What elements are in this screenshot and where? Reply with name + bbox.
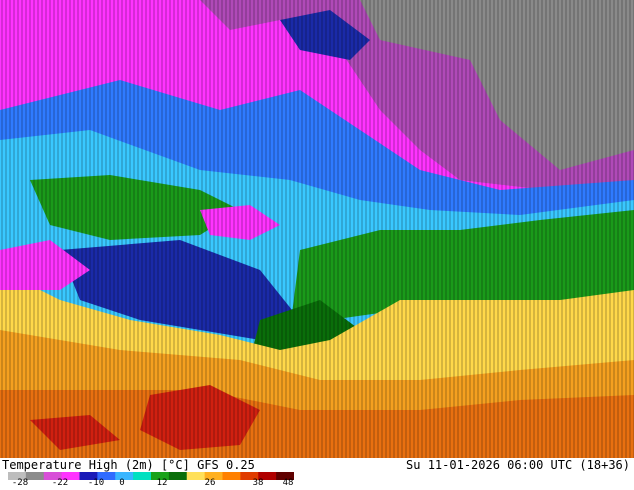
scale-tick-label: 12 [156,478,168,488]
temperature-map [0,0,634,458]
scale-tick-label: 38 [252,478,264,488]
scale-swatch [222,472,241,480]
scale-tick-label: 48 [282,478,294,488]
scale-tick-label: 26 [204,478,216,488]
scale-tick-label: -28 [11,478,29,488]
map-footer: Temperature High (2m) [°C] GFS 0.25 Su 1… [0,458,634,490]
scale-tick-label: 0 [119,478,125,488]
scale-swatch [168,472,188,480]
scale-tick-label: -10 [87,478,105,488]
scale-tick-label: -22 [51,478,69,488]
scale-swatch [186,472,206,480]
label-hatch-overlay [0,0,634,458]
forecast-timestamp: Su 11-01-2026 06:00 UTC (18+36) [406,458,630,472]
scale-swatch [25,472,45,480]
map-title: Temperature High (2m) [°C] GFS 0.25 [2,458,255,472]
scale-swatch [133,472,152,480]
